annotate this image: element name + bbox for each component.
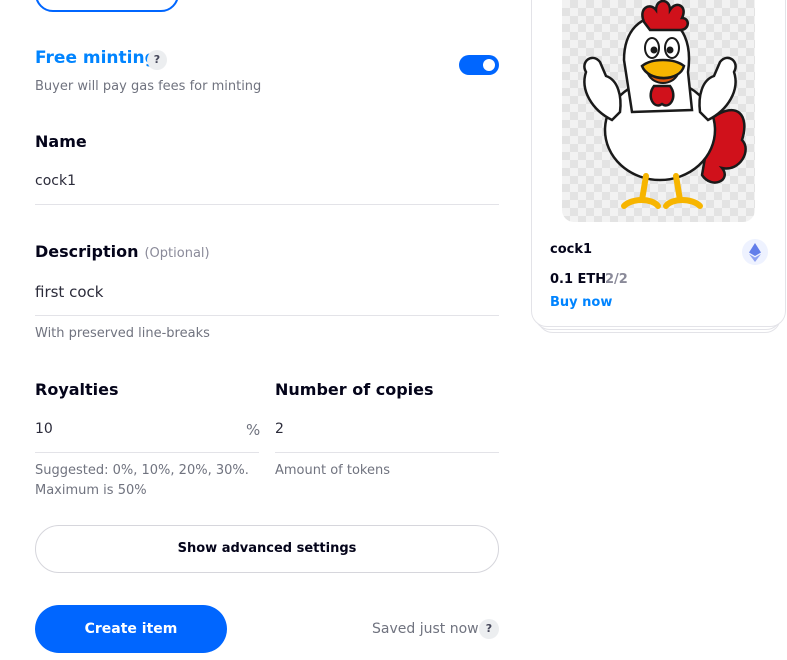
description-optional: (Optional) (144, 246, 210, 261)
free-minting-help-icon[interactable]: ? (147, 50, 167, 70)
preview-price: 0.1 ETH (550, 272, 607, 287)
preview-image (562, 0, 755, 222)
top-outlined-button[interactable] (35, 0, 179, 12)
preview-item-name: cock1 (550, 242, 593, 257)
royalties-hint-line1: Suggested: 0%, 10%, 20%, 30%. (35, 463, 249, 478)
royalties-label: Royalties (35, 380, 119, 399)
royalties-hint: Suggested: 0%, 10%, 20%, 30%. Maximum is… (35, 461, 249, 501)
saved-help-icon[interactable]: ? (479, 619, 499, 639)
copies-label: Number of copies (275, 380, 434, 399)
royalties-hint-line2: Maximum is 50% (35, 483, 147, 498)
free-minting-toggle[interactable] (459, 55, 499, 75)
name-label: Name (35, 132, 87, 151)
royalties-input[interactable]: 10 (35, 421, 53, 437)
free-minting-title: Free minting (35, 48, 157, 68)
description-underline (35, 315, 499, 316)
description-input[interactable]: first cock (35, 283, 103, 301)
copies-input[interactable]: 2 (275, 421, 284, 437)
preview-buy-now-link[interactable]: Buy now (550, 295, 612, 310)
ethereum-glyph (749, 243, 761, 262)
show-advanced-settings-button[interactable]: Show advanced settings (35, 525, 499, 573)
description-label: Description (Optional) (35, 242, 210, 261)
free-minting-subtitle: Buyer will pay gas fees for minting (35, 79, 262, 94)
copies-underline (275, 452, 499, 453)
description-label-text: Description (35, 242, 139, 261)
royalties-underline (35, 452, 259, 453)
name-underline (35, 204, 499, 205)
create-item-button[interactable]: Create item (35, 605, 227, 653)
name-input[interactable]: cock1 (35, 173, 76, 189)
toggle-knob (483, 59, 495, 71)
rooster-illustration (583, 0, 747, 209)
royalties-percent-suffix: % (246, 421, 261, 439)
copies-hint: Amount of tokens (275, 463, 391, 478)
preview-quantity: 2/2 (605, 272, 628, 287)
description-hint: With preserved line-breaks (35, 326, 210, 341)
ethereum-icon (742, 239, 768, 265)
saved-status: Saved just now (372, 621, 479, 637)
